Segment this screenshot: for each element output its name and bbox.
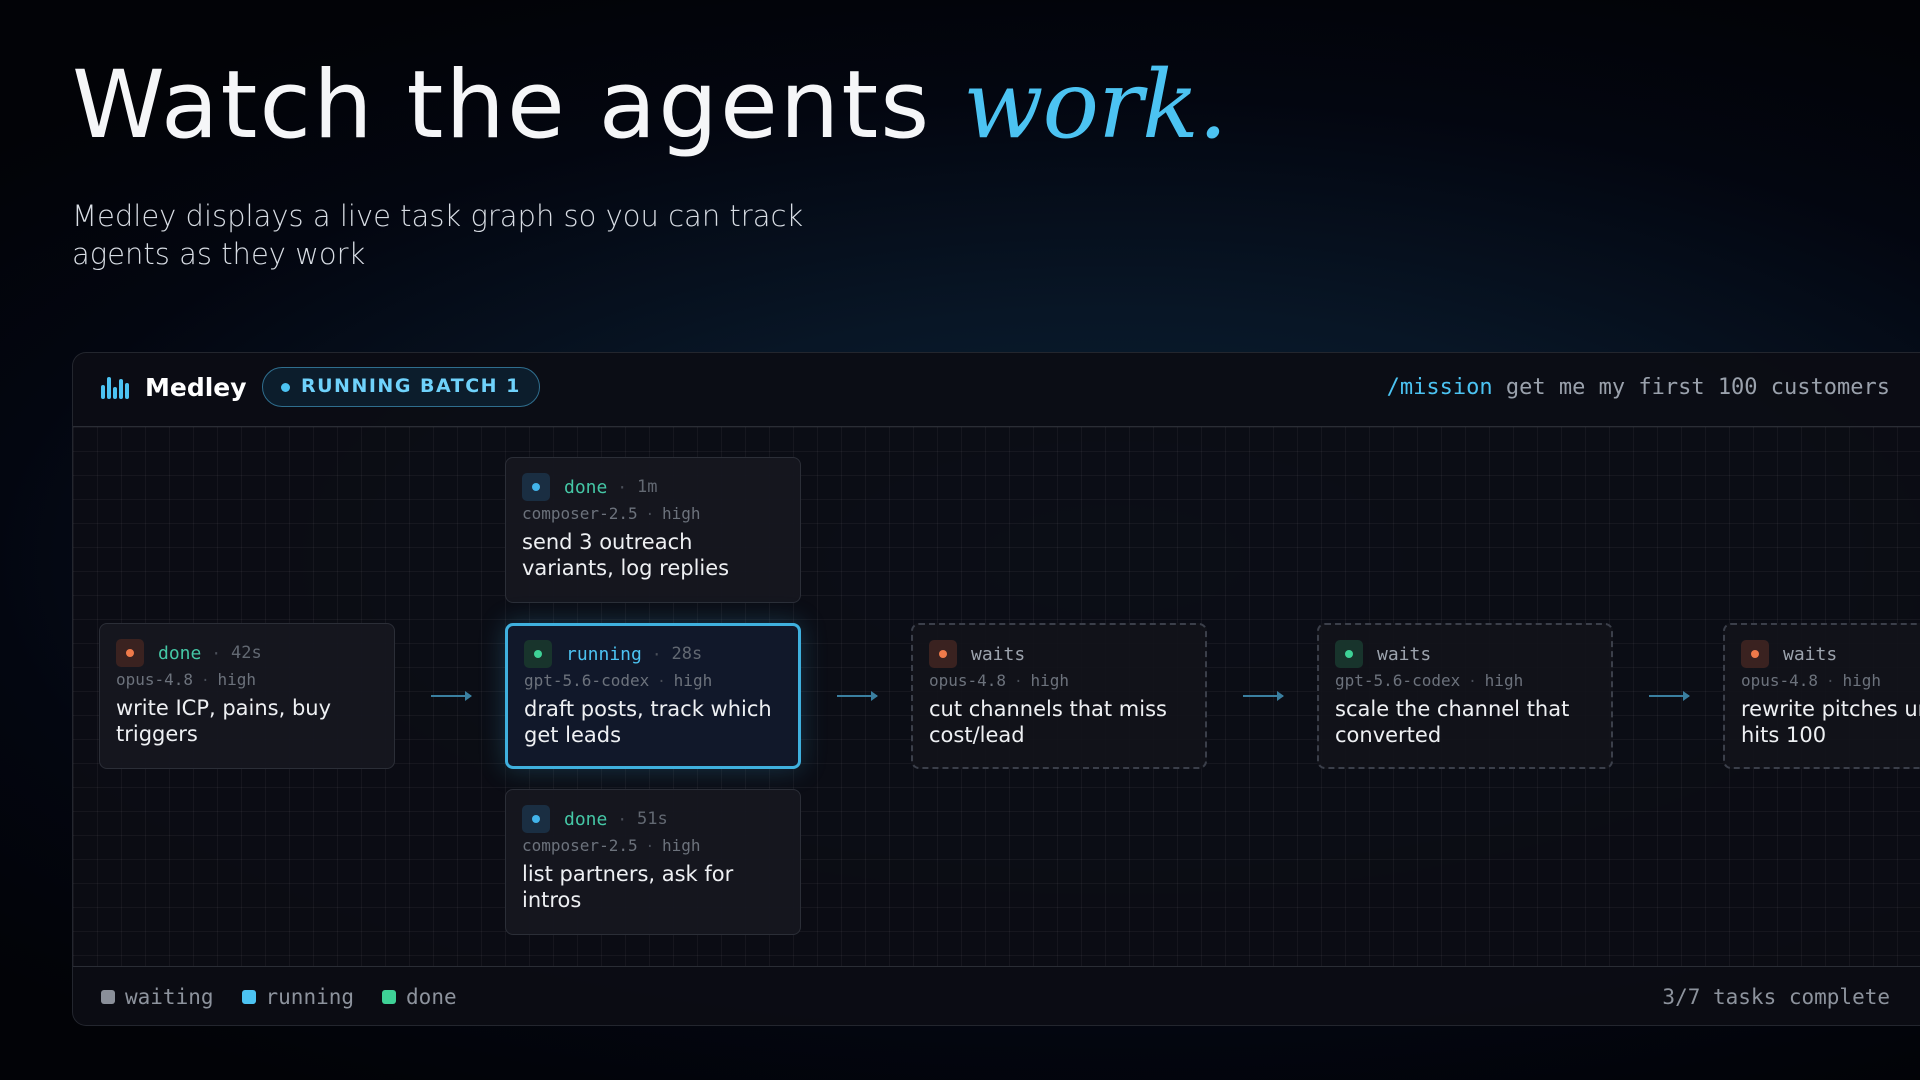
task-title: list partners, ask for intros bbox=[522, 862, 734, 912]
mission-prompt: /mission get me my first 100 customers bbox=[1387, 375, 1890, 400]
task-effort: high bbox=[217, 670, 257, 689]
task-card[interactable]: done · 42s opus-4.8 · high write ICP, pain… bbox=[99, 623, 395, 769]
task-card[interactable]: done · 1m composer-2.5 · high send 3 outre… bbox=[505, 457, 801, 603]
status-indicator-icon bbox=[522, 473, 550, 501]
task-model: opus-4.8 bbox=[929, 671, 1007, 690]
task-card[interactable]: running · 28s gpt-5.6-codex · high draft p… bbox=[505, 623, 801, 769]
hero-title-main: Watch the agents bbox=[72, 51, 964, 160]
task-model: composer-2.5 bbox=[522, 836, 638, 855]
app-header: Medley RUNNING BATCH 1 /mission get me m… bbox=[73, 353, 1920, 427]
task-card[interactable]: done · 51s composer-2.5 · high list partne… bbox=[505, 789, 801, 935]
batch-status-badge: RUNNING BATCH 1 bbox=[262, 367, 540, 407]
status-indicator-icon bbox=[929, 640, 957, 668]
legend-swatch-icon bbox=[101, 990, 115, 1004]
task-status: waits bbox=[971, 643, 1026, 665]
task-effort: high bbox=[1030, 671, 1070, 690]
hero-title: Watch the agents work. bbox=[72, 51, 1228, 160]
task-status: done bbox=[564, 476, 608, 498]
task-progress: 3/7 tasks complete bbox=[1662, 985, 1890, 1009]
task-title: send 3 outreach variants, log replies bbox=[522, 530, 730, 580]
task-status: done bbox=[158, 642, 202, 664]
legend-label: waiting bbox=[125, 985, 214, 1009]
legend-item-waiting: waiting bbox=[101, 985, 214, 1009]
legend-swatch-icon bbox=[382, 990, 397, 1004]
hero-subtitle: Medley displays a live task graph so you… bbox=[72, 199, 804, 271]
task-card[interactable]: waits gpt-5.6-codex · high scale the chann… bbox=[1317, 623, 1613, 769]
app-panel: Medley RUNNING BATCH 1 /mission get me m… bbox=[72, 352, 1920, 1026]
task-model: opus-4.8 bbox=[116, 670, 194, 689]
task-title: draft posts, track which get leads bbox=[524, 697, 772, 747]
task-time: 1m bbox=[637, 477, 658, 497]
arrow-icon bbox=[837, 691, 878, 701]
task-status: waits bbox=[1377, 643, 1432, 665]
brand-name: Medley bbox=[145, 373, 247, 402]
task-status: done bbox=[564, 808, 608, 830]
hero-title-accent: work. bbox=[963, 51, 1228, 160]
task-model: gpt-5.6-codex bbox=[1335, 671, 1461, 690]
status-dot-icon bbox=[281, 383, 290, 392]
status-indicator-icon bbox=[1741, 640, 1769, 668]
legend-label: done bbox=[406, 985, 457, 1009]
task-model: gpt-5.6-codex bbox=[524, 671, 650, 690]
task-effort: high bbox=[662, 504, 701, 523]
task-title: cut channels that miss cost/lead bbox=[929, 697, 1167, 747]
task-time: 28s bbox=[671, 644, 703, 664]
task-model: composer-2.5 bbox=[522, 504, 638, 523]
task-card[interactable]: waits opus-4.8·high rewrite pitches unti… bbox=[1723, 623, 1920, 769]
mission-command: /mission bbox=[1386, 375, 1493, 400]
status-indicator-icon bbox=[522, 805, 550, 833]
task-effort: high bbox=[1842, 671, 1882, 690]
task-effort: high bbox=[662, 836, 701, 855]
status-legend: waiting running done bbox=[101, 985, 485, 1009]
task-time: 51s bbox=[637, 809, 668, 829]
legend-label: running bbox=[265, 985, 355, 1009]
legend-item-done: done bbox=[382, 985, 457, 1009]
task-card[interactable]: waits opus-4.8 · high cut channels that mi… bbox=[911, 623, 1207, 769]
arrow-icon bbox=[1649, 691, 1690, 701]
legend-item-running: running bbox=[241, 985, 355, 1009]
mission-text: get me my first 100 customers bbox=[1505, 375, 1890, 400]
task-effort: high bbox=[1484, 671, 1524, 690]
task-title: rewrite pitches until count hits 100 bbox=[1741, 697, 1920, 747]
status-indicator-icon bbox=[524, 640, 552, 668]
batch-status-label: RUNNING BATCH 1 bbox=[301, 375, 521, 397]
arrow-icon bbox=[1243, 691, 1284, 701]
task-status: running bbox=[566, 643, 642, 665]
task-time: 42s bbox=[231, 643, 262, 663]
task-title: scale the channel that converted bbox=[1335, 697, 1570, 747]
task-status: waits bbox=[1783, 643, 1838, 665]
status-indicator-icon bbox=[1335, 640, 1363, 668]
task-effort: high bbox=[673, 671, 713, 690]
audio-bars-icon bbox=[101, 375, 131, 403]
arrow-icon bbox=[431, 691, 472, 701]
legend-swatch-icon bbox=[241, 990, 256, 1004]
status-indicator-icon bbox=[116, 639, 144, 667]
task-title: write ICP, pains, buy triggers bbox=[116, 696, 332, 746]
task-graph: done · 42s opus-4.8 · high write ICP, pain… bbox=[73, 427, 1920, 967]
task-model: opus-4.8 bbox=[1741, 671, 1819, 690]
